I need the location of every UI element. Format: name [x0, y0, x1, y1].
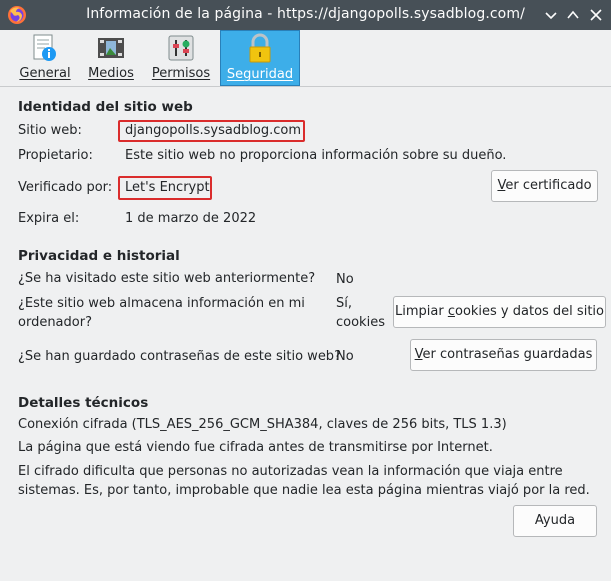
owner-value: Este sitio web no proporciona informació… [125, 148, 507, 163]
storage-answer-line1: Sí, [336, 296, 352, 311]
tab-permissions-label: Permisos [151, 66, 211, 81]
title-bar: Información de la página - https://djang… [0, 0, 611, 30]
passwords-answer: No [336, 349, 354, 364]
help-button[interactable]: Ayuda [513, 505, 597, 537]
technical-heading: Detalles técnicos [18, 395, 149, 411]
media-icon [98, 38, 124, 58]
maximize-icon[interactable] [566, 8, 580, 22]
connection-cipher: Conexión cifrada (TLS_AES_256_GCM_SHA384… [18, 417, 507, 432]
website-label: Sitio web: [18, 123, 82, 138]
storage-question-line2: ordenador? [18, 315, 92, 330]
lock-icon [249, 33, 271, 63]
divider [0, 86, 611, 87]
tab-media-label: Medios [88, 66, 134, 81]
menu-chevron-icon[interactable] [544, 8, 558, 22]
storage-answer-line2: cookies [336, 315, 385, 330]
tab-permissions[interactable]: Permisos [148, 30, 214, 86]
tab-security[interactable]: Seguridad [220, 30, 300, 86]
info-icon [33, 34, 56, 61]
tab-general[interactable]: General [14, 30, 76, 86]
tab-bar: General Medios Permisos Seguridad [0, 30, 611, 86]
permissions-icon [168, 35, 194, 61]
owner-label: Propietario: [18, 148, 93, 163]
visited-answer: No [336, 272, 354, 287]
encryption-explanation-line1: El cifrado dificulta que personas no aut… [18, 464, 563, 479]
passwords-question: ¿Se han guardado contraseñas de este sit… [18, 349, 341, 364]
clear-cookies-button[interactable]: Limpiar cookies y datos del sitio [393, 296, 606, 328]
verified-label: Verificado por: [18, 180, 113, 195]
tab-security-label: Seguridad [226, 67, 294, 82]
website-value: djangopolls.sysadblog.com [125, 123, 302, 138]
visited-question: ¿Se ha visitado este sitio web anteriorm… [18, 271, 316, 286]
encryption-explanation-line2: sistemas. Es, por tanto, improbable que … [18, 483, 590, 498]
expires-label: Expira el: [18, 211, 80, 226]
view-certificate-button[interactable]: Ver certificado [491, 170, 598, 202]
verified-value: Let's Encrypt [125, 180, 210, 195]
tab-general-label: General [19, 66, 71, 81]
tab-media[interactable]: Medios [80, 30, 142, 86]
storage-question-line1: ¿Este sitio web almacena información en … [18, 296, 305, 311]
identity-heading: Identidad del sitio web [18, 99, 193, 115]
privacy-heading: Privacidad e historial [18, 248, 180, 264]
encryption-note: La página que está viendo fue cifrada an… [18, 440, 493, 455]
close-icon[interactable] [589, 8, 603, 22]
expires-value: 1 de marzo de 2022 [125, 211, 257, 226]
window-title: Información de la página - https://djang… [86, 6, 525, 22]
view-passwords-button[interactable]: Ver contraseñas guardadas [410, 339, 597, 371]
